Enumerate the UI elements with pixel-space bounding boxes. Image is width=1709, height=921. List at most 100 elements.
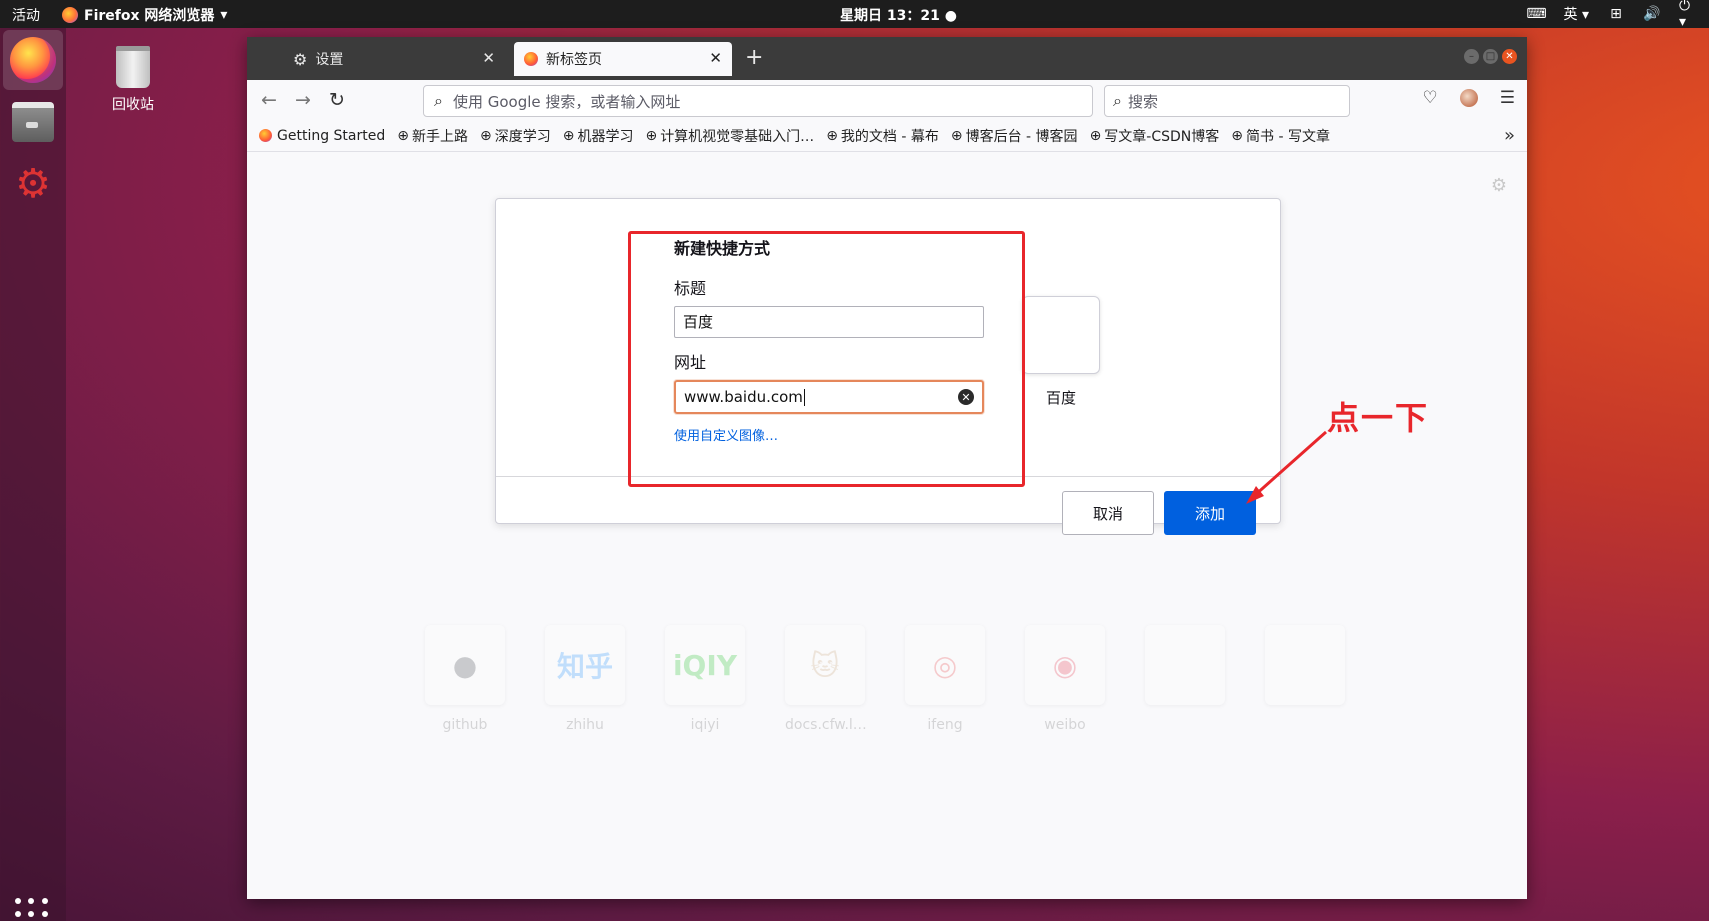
navigation-toolbar: ← → ↻ ⌕ 使用 Google 搜索，或者输入网址 ⌕ 搜索 ♡ ☰ bbox=[247, 80, 1527, 120]
bookmark-item[interactable]: ⊕ 简书 - 写文章 bbox=[1231, 126, 1330, 146]
search-bar-placeholder: 搜索 bbox=[1127, 92, 1158, 111]
top-site-tile[interactable]: 知乎 zhihu bbox=[545, 625, 625, 733]
chevron-down-icon: ▾ bbox=[220, 7, 228, 23]
top-site-label: ifeng bbox=[927, 717, 963, 733]
trash-label: 回收站 bbox=[112, 97, 154, 113]
window-close-button[interactable]: ✕ bbox=[1502, 49, 1517, 64]
site-logo-icon: ● bbox=[452, 648, 478, 682]
shortcut-preview-tile bbox=[1022, 296, 1100, 374]
input-method-indicator[interactable]: 英 ▾ bbox=[1564, 4, 1589, 24]
bookmark-item[interactable]: ⊕ 写文章-CSDN博客 bbox=[1090, 126, 1220, 146]
site-logo-icon: ◉ bbox=[1052, 648, 1078, 682]
top-site-tile[interactable] bbox=[1265, 625, 1345, 733]
top-site-icon: ● bbox=[425, 625, 505, 705]
tab-label: 设置 bbox=[315, 52, 344, 68]
window-controls: – □ ✕ bbox=[1464, 49, 1517, 64]
top-site-label: weibo bbox=[1044, 717, 1086, 733]
top-site-tile[interactable]: iQIY iqiyi bbox=[665, 625, 745, 733]
tab-new-tab[interactable]: 新标签页 ✕ bbox=[514, 42, 732, 76]
close-icon[interactable]: ✕ bbox=[709, 49, 722, 67]
globe-icon: ⊕ bbox=[1089, 127, 1102, 144]
new-shortcut-dialog: 新建快捷方式 标题 百度 网址 www.baidu.com ✕ 使用自定义图像…… bbox=[495, 198, 1281, 535]
clear-input-icon[interactable]: ✕ bbox=[958, 389, 974, 405]
firefox-icon bbox=[10, 37, 56, 83]
site-logo-icon: ◎ bbox=[932, 648, 958, 682]
custom-image-link[interactable]: 使用自定义图像… bbox=[674, 425, 778, 444]
bookmarks-overflow-button[interactable]: » bbox=[1504, 125, 1515, 146]
dock-software-tools[interactable]: ⚙ bbox=[3, 154, 63, 214]
annotation-text: 点一下 bbox=[1327, 399, 1430, 437]
top-site-label: docs.cfw.l… bbox=[785, 717, 867, 733]
globe-icon: ⊕ bbox=[826, 127, 838, 144]
tab-bar: ⚙ 设置 ✕ 新标签页 ✕ + – □ ✕ bbox=[247, 37, 1527, 80]
close-icon[interactable]: ✕ bbox=[482, 49, 495, 67]
hamburger-menu-icon[interactable]: ☰ bbox=[1500, 88, 1515, 108]
bookmark-item[interactable]: ⊕ 新手上路 bbox=[397, 126, 468, 146]
tab-settings[interactable]: ⚙ 设置 ✕ bbox=[255, 42, 505, 76]
clock[interactable]: 星期日 13：21 ● bbox=[840, 5, 957, 25]
desktop-trash[interactable]: 回收站 bbox=[100, 46, 166, 114]
forward-button[interactable]: → bbox=[295, 89, 311, 111]
site-logo-icon: iQIY bbox=[672, 648, 738, 682]
new-tab-page: ⚙ ● github 知乎 zhihu iQIY iqiyi 🐱 docs.cfw.l… ◎ if… bbox=[247, 153, 1527, 899]
search-icon: ⌕ bbox=[1113, 91, 1122, 110]
new-tab-button[interactable]: + bbox=[745, 45, 763, 70]
top-site-icon: ◉ bbox=[1025, 625, 1105, 705]
top-site-tile[interactable]: 🐱 docs.cfw.l… bbox=[785, 625, 867, 733]
app-menu-label: Firefox 网络浏览器 bbox=[84, 8, 215, 24]
network-icon[interactable]: ⊞ bbox=[1607, 6, 1625, 22]
back-button[interactable]: ← bbox=[261, 89, 277, 111]
minimize-button[interactable]: – bbox=[1464, 49, 1479, 64]
app-menu[interactable]: Firefox 网络浏览器 ▾ bbox=[62, 5, 227, 25]
url-input[interactable]: www.baidu.com ✕ bbox=[674, 380, 984, 414]
search-icon: ⌕ bbox=[434, 91, 443, 110]
top-sites: ● github 知乎 zhihu iQIY iqiyi 🐱 docs.cfw.l… ◎ ifen… bbox=[425, 625, 1345, 733]
bookmark-item[interactable]: ⊕ 博客后台 - 博客园 bbox=[951, 126, 1078, 146]
url-bar-placeholder: 使用 Google 搜索，或者输入网址 bbox=[452, 92, 681, 111]
top-site-icon: iQIY bbox=[665, 625, 745, 705]
top-bar: 活动 Firefox 网络浏览器 ▾ 星期日 13：21 ● ⌨ 英 ▾ ⊞ 🔊… bbox=[0, 0, 1709, 30]
volume-icon[interactable]: 🔊 bbox=[1643, 6, 1661, 22]
wrench-gear-icon: ⚙ bbox=[15, 161, 51, 207]
bookmark-item[interactable]: ⊕ 计算机视觉零基础入门… bbox=[645, 126, 814, 146]
globe-icon: ⊕ bbox=[479, 127, 492, 144]
gear-icon[interactable]: ⚙ bbox=[1491, 175, 1507, 196]
url-label: 网址 bbox=[674, 353, 707, 372]
dialog-divider bbox=[496, 476, 1280, 477]
keyboard-icon[interactable]: ⌨ bbox=[1526, 6, 1546, 22]
title-input[interactable]: 百度 bbox=[674, 306, 984, 338]
bookmark-item[interactable]: ⊕ 我的文档 - 幕布 bbox=[826, 126, 939, 146]
top-site-tile[interactable]: ● github bbox=[425, 625, 505, 733]
bookmarks-toolbar: Getting Started ⊕ 新手上路 ⊕ 深度学习 ⊕ 机器学习 ⊕ 计算机视觉… bbox=[247, 120, 1527, 152]
dialog-title: 新建快捷方式 bbox=[674, 239, 771, 258]
annotation-arrow-icon bbox=[1246, 430, 1327, 504]
file-cabinet-icon bbox=[12, 102, 54, 142]
bookmark-item[interactable]: ⊕ 深度学习 bbox=[480, 126, 551, 146]
dock-files[interactable] bbox=[3, 92, 63, 152]
globe-icon: ⊕ bbox=[1231, 127, 1243, 144]
top-site-icon: ◎ bbox=[905, 625, 985, 705]
top-site-label: github bbox=[442, 717, 488, 733]
search-bar[interactable]: ⌕ 搜索 bbox=[1104, 85, 1350, 117]
top-site-tile[interactable]: ◎ ifeng bbox=[905, 625, 985, 733]
cancel-button[interactable]: 取消 bbox=[1062, 491, 1154, 535]
top-site-icon: 🐱 bbox=[785, 625, 865, 705]
power-icon[interactable]: ⏻ ▾ bbox=[1679, 0, 1697, 30]
maximize-button[interactable]: □ bbox=[1483, 49, 1498, 64]
trash-icon bbox=[116, 46, 150, 88]
pocket-icon[interactable]: ♡ bbox=[1423, 88, 1438, 108]
dock-firefox[interactable] bbox=[3, 30, 63, 90]
activities-button[interactable]: 活动 bbox=[12, 5, 40, 25]
top-site-tile[interactable]: ◉ weibo bbox=[1025, 625, 1105, 733]
url-bar[interactable]: ⌕ 使用 Google 搜索，或者输入网址 bbox=[423, 85, 1093, 117]
account-avatar[interactable] bbox=[1459, 89, 1478, 107]
reload-button[interactable]: ↻ bbox=[329, 89, 345, 111]
top-site-label: iqiyi bbox=[690, 717, 720, 733]
bookmark-item[interactable]: ⊕ 机器学习 bbox=[563, 126, 634, 146]
bookmark-getting-started[interactable]: Getting Started bbox=[259, 128, 385, 144]
top-site-tile[interactable] bbox=[1145, 625, 1225, 733]
gear-icon: ⚙ bbox=[293, 49, 308, 69]
site-logo-icon: 🐱 bbox=[810, 648, 840, 682]
show-applications-button[interactable] bbox=[15, 898, 49, 921]
firefox-icon bbox=[62, 7, 78, 23]
